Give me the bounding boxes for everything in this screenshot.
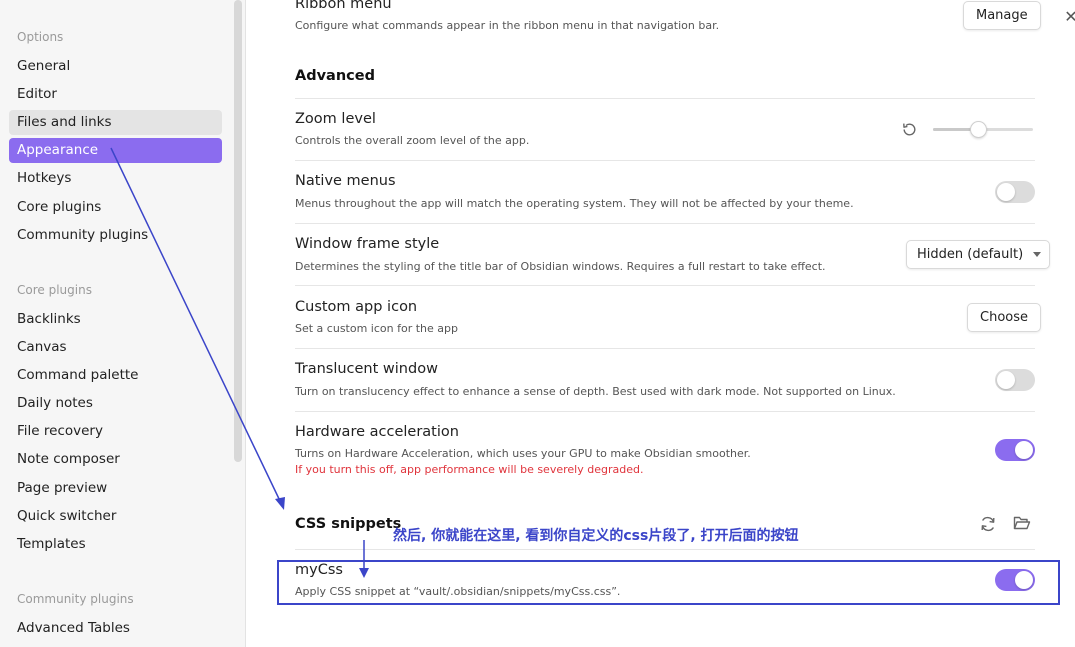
divider: [295, 411, 1035, 412]
hardware-acceleration-name: Hardware acceleration: [295, 424, 459, 440]
translucent-window-name: Translucent window: [295, 361, 438, 377]
close-icon[interactable]: ✕: [1062, 8, 1075, 26]
ribbon-menu-name: Ribbon menu: [295, 0, 392, 12]
sidebar-heading-core-plugins: Core plugins: [17, 283, 92, 297]
annotation-text: 然后, 你就能在这里, 看到你自定义的css片段了, 打开后面的按钮: [393, 528, 799, 544]
sidebar-scrollbar[interactable]: [234, 0, 242, 462]
sidebar-item-advanced-tables[interactable]: Advanced Tables: [9, 616, 222, 641]
divider: [295, 348, 1035, 349]
divider: [295, 549, 1035, 550]
zoom-slider-thumb[interactable]: [969, 121, 987, 138]
sidebar-item-canvas[interactable]: Canvas: [9, 335, 222, 360]
sidebar-item-core-plugins[interactable]: Core plugins: [9, 195, 222, 220]
sidebar-item-note-composer[interactable]: Note composer: [9, 447, 222, 472]
sidebar-heading-options: Options: [17, 30, 64, 44]
divider: [295, 160, 1035, 161]
zoom-level-desc: Controls the overall zoom level of the a…: [295, 134, 530, 147]
native-menus-name: Native menus: [295, 173, 396, 189]
sidebar-heading-community-plugins: Community plugins: [17, 592, 134, 606]
zoom-slider[interactable]: [933, 121, 1033, 138]
divider: [295, 285, 1035, 286]
native-menus-desc: Menus throughout the app will match the …: [295, 197, 854, 210]
advanced-heading: Advanced: [295, 68, 375, 84]
dropdown-selected-value: Hidden (default): [917, 247, 1024, 262]
css-snippets-heading: CSS snippets: [295, 516, 402, 532]
sidebar-item-page-preview[interactable]: Page preview: [9, 476, 222, 501]
sidebar-item-community-plugins[interactable]: Community plugins: [9, 223, 222, 248]
sidebar-item-files-and-links[interactable]: Files and links: [9, 110, 222, 135]
custom-app-icon-name: Custom app icon: [295, 299, 418, 315]
window-frame-style-dropdown[interactable]: Hidden (default): [906, 240, 1051, 269]
reload-icon[interactable]: [979, 515, 997, 533]
settings-sidebar: Options General Editor Files and links A…: [0, 0, 246, 647]
divider: [295, 98, 1035, 99]
choose-button[interactable]: Choose: [967, 303, 1041, 332]
sidebar-item-backlinks[interactable]: Backlinks: [9, 307, 222, 332]
sidebar-item-quick-switcher[interactable]: Quick switcher: [9, 504, 222, 529]
manage-button[interactable]: Manage: [963, 1, 1041, 30]
sidebar-item-file-recovery[interactable]: File recovery: [9, 419, 222, 444]
custom-app-icon-desc: Set a custom icon for the app: [295, 322, 458, 335]
hardware-acceleration-warning: If you turn this off, app performance wi…: [295, 463, 644, 476]
hardware-acceleration-desc: Turns on Hardware Acceleration, which us…: [295, 447, 751, 460]
toggle-knob: [997, 371, 1015, 389]
translucent-window-desc: Turn on translucency effect to enhance a…: [295, 385, 896, 398]
ribbon-menu-desc: Configure what commands appear in the ri…: [295, 19, 720, 32]
window-frame-style-desc: Determines the styling of the title bar …: [295, 260, 826, 273]
annotation-highlight-box: [277, 560, 1060, 605]
sidebar-item-hotkeys[interactable]: Hotkeys: [9, 166, 222, 191]
sidebar-item-editor[interactable]: Editor: [9, 82, 222, 107]
native-menus-toggle[interactable]: [995, 181, 1035, 203]
sidebar-item-general[interactable]: General: [9, 54, 222, 79]
folder-icon[interactable]: [1013, 515, 1031, 531]
translucent-window-toggle[interactable]: [995, 369, 1035, 391]
toggle-knob: [997, 183, 1015, 201]
reset-icon[interactable]: [901, 121, 918, 138]
sidebar-item-appearance[interactable]: Appearance: [9, 138, 222, 163]
sidebar-item-daily-notes[interactable]: Daily notes: [9, 391, 222, 416]
window-frame-style-name: Window frame style: [295, 236, 440, 252]
hardware-acceleration-toggle[interactable]: [995, 439, 1035, 461]
sidebar-item-templates[interactable]: Templates: [9, 532, 222, 557]
toggle-knob: [1015, 441, 1033, 459]
divider: [295, 223, 1035, 224]
chevron-down-icon: [1033, 252, 1042, 257]
sidebar-item-command-palette[interactable]: Command palette: [9, 363, 222, 388]
zoom-level-name: Zoom level: [295, 111, 376, 127]
